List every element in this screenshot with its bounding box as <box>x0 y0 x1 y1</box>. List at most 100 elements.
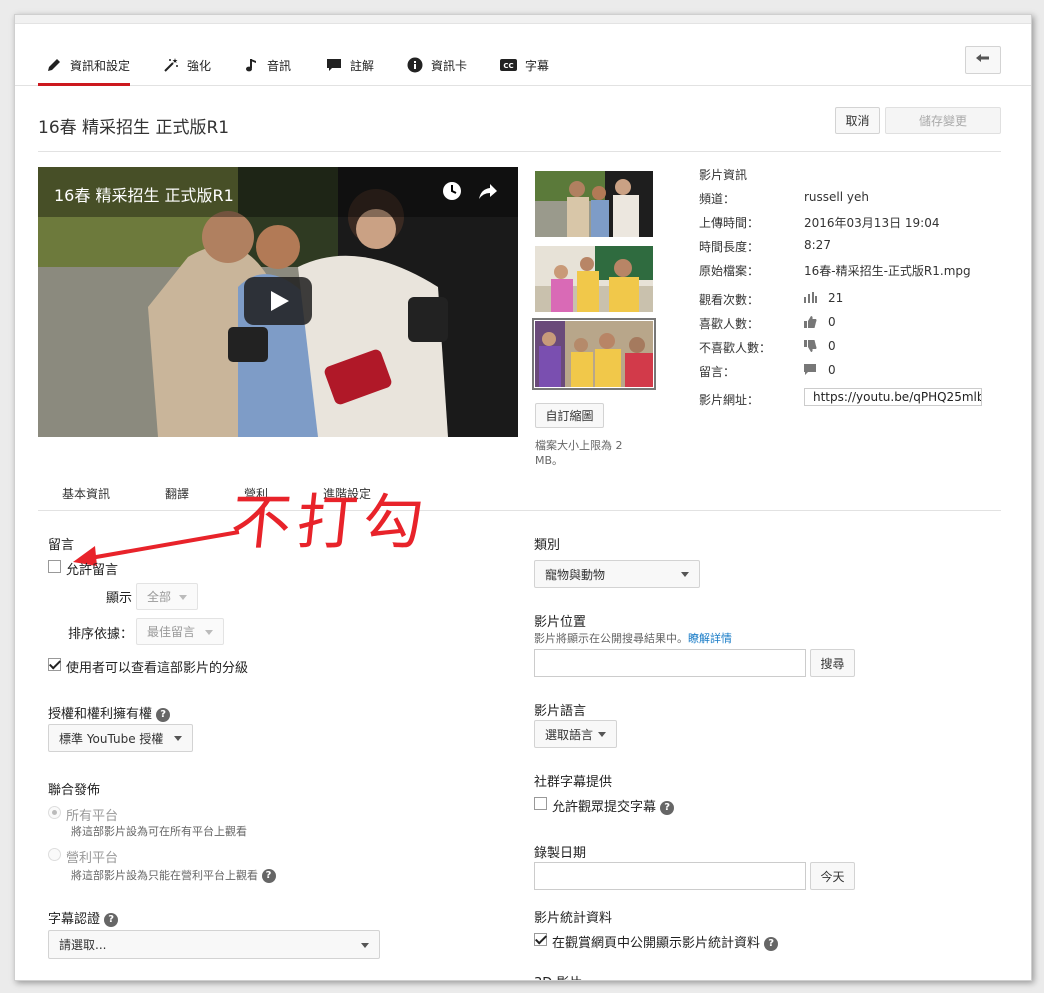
tab-enhancements[interactable]: 強化 <box>163 55 211 75</box>
today-button[interactable]: 今天 <box>810 862 855 890</box>
source-file-label: 原始檔案： <box>699 264 760 278</box>
sort-by-value: 最佳留言 <box>147 625 196 639</box>
help-icon[interactable]: ? <box>764 936 779 951</box>
chevron-down-icon <box>598 732 606 737</box>
monetized-platforms-radio[interactable] <box>48 848 61 861</box>
upload-time-label: 上傳時間： <box>699 216 760 230</box>
thumbs-up-icon <box>804 316 817 331</box>
views-label: 觀看次數： <box>699 293 760 307</box>
sort-by-label: 排序依據： <box>68 627 134 642</box>
speech-bubble-icon <box>326 57 342 73</box>
location-input[interactable] <box>534 649 806 677</box>
help-icon[interactable]: ? <box>104 912 119 927</box>
tab-subtitles[interactable]: CC 字幕 <box>500 55 549 75</box>
learn-more-link[interactable]: 瞭解詳情 <box>688 632 732 645</box>
language-section-title: 影片語言 <box>534 704 587 719</box>
language-dropdown[interactable]: 選取語言 <box>534 720 617 748</box>
tab-info-settings[interactable]: 資訊和設定 <box>46 55 130 75</box>
community-captions-text: 允許觀眾提交字幕 <box>552 800 657 815</box>
info-icon <box>407 57 423 73</box>
video-url-label: 影片網址： <box>699 393 760 407</box>
save-changes-button[interactable]: 儲存變更 <box>885 107 1001 134</box>
thumbnail-3-selected[interactable] <box>532 318 656 390</box>
magic-wand-icon <box>163 57 179 73</box>
location-search-button[interactable]: 搜尋 <box>810 649 855 677</box>
cancel-button[interactable]: 取消 <box>835 107 880 134</box>
caption-cert-title: 字幕認證 <box>48 912 101 927</box>
community-captions-label: 允許觀眾提交字幕 ? <box>552 796 675 815</box>
share-icon[interactable] <box>478 181 498 204</box>
display-dropdown[interactable]: 全部 <box>136 583 198 610</box>
duration-label: 時間長度： <box>699 240 760 254</box>
category-section-title: 類別 <box>534 538 561 553</box>
category-dropdown[interactable]: 寵物與動物 <box>534 560 700 588</box>
3d-video-title: 3D 影片 <box>534 972 582 980</box>
comments-count-label: 留言： <box>699 365 736 379</box>
upload-time-value: 2016年03月13日 19:04 <box>804 216 940 230</box>
help-icon[interactable]: ? <box>660 800 675 815</box>
syndication-section-title: 聯合發佈 <box>48 783 101 798</box>
help-icon[interactable]: ? <box>261 869 276 883</box>
tab-audio[interactable]: 音訊 <box>245 55 291 75</box>
license-title: 授權和權利擁有權 <box>48 707 153 722</box>
language-value: 選取語言 <box>545 727 594 742</box>
page-title: 16春 精采招生 正式版R1 <box>38 118 230 138</box>
subtab-translation[interactable]: 翻譯 <box>165 485 189 502</box>
tab-label: 音訊 <box>267 58 292 73</box>
public-stats-checkbox[interactable] <box>534 933 547 946</box>
video-player[interactable]: 16春 精采招生 正式版R1 <box>38 167 518 437</box>
tab-cards[interactable]: 資訊卡 <box>407 55 467 75</box>
views-value: 21 <box>828 291 844 305</box>
thumbnail-2[interactable] <box>535 246 653 312</box>
monetized-platforms-desc-text: 將這部影片設為只能在營利平台上觀看 <box>71 869 258 882</box>
thumbs-down-icon <box>804 340 817 355</box>
public-stats-text: 在觀賞網頁中公開顯示影片統計資料 <box>552 936 761 951</box>
allow-comments-checkbox[interactable] <box>48 560 61 573</box>
subtab-basic-info[interactable]: 基本資訊 <box>62 485 110 502</box>
thumbnail-1[interactable] <box>535 171 653 237</box>
music-note-icon <box>245 57 259 73</box>
recording-date-input[interactable] <box>534 862 806 890</box>
video-url-field[interactable]: https://youtu.be/qPHQ25mlbr <box>804 388 982 406</box>
likes-label: 喜歡人數： <box>699 317 760 331</box>
play-button-icon[interactable] <box>244 277 312 328</box>
chevron-down-icon <box>174 736 182 741</box>
duration-value: 8:27 <box>804 238 831 252</box>
player-title: 16春 精采招生 正式版R1 <box>54 186 234 205</box>
likes-value: 0 <box>828 315 836 329</box>
sort-by-dropdown[interactable]: 最佳留言 <box>136 618 224 645</box>
channel-label: 頻道： <box>699 192 736 206</box>
tab-label: 資訊卡 <box>431 58 468 73</box>
subtabs-divider <box>38 510 1001 511</box>
tab-label: 字幕 <box>525 58 550 73</box>
ratings-visible-checkbox[interactable] <box>48 658 61 671</box>
source-file-value: 16春-精采招生-正式版R1.mpg <box>804 264 971 278</box>
back-arrow-icon <box>975 53 991 68</box>
bar-chart-icon <box>804 292 817 306</box>
back-button[interactable] <box>965 46 1001 74</box>
license-section-title: 授權和權利擁有權 ? <box>48 703 171 722</box>
location-section-title: 影片位置 <box>534 615 587 630</box>
caption-cert-section-title: 字幕認證 ? <box>48 908 119 927</box>
studio-window: 資訊和設定 強化 音訊 註解 資訊卡 CC 字幕 16春 精采招生 正式版R1 … <box>14 14 1032 981</box>
dislikes-label: 不喜歡人數： <box>699 341 772 355</box>
pencil-icon <box>46 57 62 73</box>
custom-thumbnail-button[interactable]: 自訂縮圖 <box>535 403 604 428</box>
monetized-platforms-desc: 將這部影片設為只能在營利平台上觀看 ? <box>71 867 276 883</box>
community-captions-checkbox[interactable] <box>534 797 547 810</box>
cc-icon: CC <box>500 58 517 72</box>
category-value: 寵物與動物 <box>545 567 606 582</box>
tab-annotations[interactable]: 註解 <box>326 55 374 75</box>
watch-later-icon[interactable] <box>442 181 462 204</box>
public-stats-label: 在觀賞網頁中公開顯示影片統計資料 ? <box>552 932 779 951</box>
caption-cert-value: 請選取... <box>59 938 107 952</box>
video-stats-title: 影片統計資料 <box>534 911 613 926</box>
caption-cert-dropdown[interactable]: 請選取... <box>48 930 380 959</box>
all-platforms-radio[interactable] <box>48 806 61 819</box>
active-tab-indicator <box>38 83 130 86</box>
comment-icon <box>804 364 816 379</box>
video-info-heading: 影片資訊 <box>699 168 748 182</box>
license-dropdown[interactable]: 標準 YouTube 授權 <box>48 724 193 752</box>
help-icon[interactable]: ? <box>156 707 171 722</box>
comments-section-title: 留言 <box>48 538 75 553</box>
